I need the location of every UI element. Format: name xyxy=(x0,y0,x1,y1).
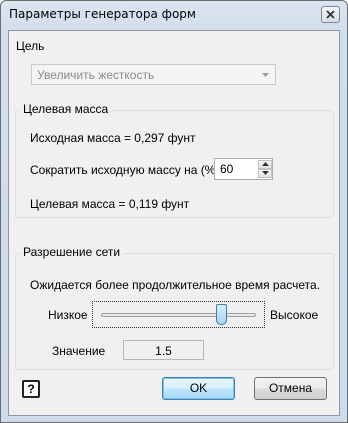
value-label: Значение xyxy=(52,344,106,358)
help-button[interactable]: ? xyxy=(22,380,40,398)
goal-label: Цель xyxy=(16,39,45,53)
target-mass-group-title: Целевая масса xyxy=(20,102,112,116)
reduce-mass-label: Сократить исходную массу на (%) xyxy=(30,163,220,177)
slider-high-label: Высокое xyxy=(270,308,319,322)
help-icon: ? xyxy=(27,382,35,396)
value-readout-text: 1.5 xyxy=(155,344,172,358)
value-readout: 1.5 xyxy=(123,340,204,360)
goal-dropdown-value: Увеличить жесткость xyxy=(37,68,155,82)
target-mass-text: Целевая масса = 0,119 фунт xyxy=(30,197,190,211)
slider-low-label: Низкое xyxy=(48,308,88,322)
cancel-button[interactable]: Отмена xyxy=(254,377,327,400)
slider-thumb[interactable] xyxy=(216,304,227,325)
arrow-down-icon xyxy=(262,171,269,175)
stepper-up-button[interactable] xyxy=(258,160,272,169)
window-title: Параметры генератора форм xyxy=(9,7,196,21)
mesh-note-text: Ожидается более продолжительное время ра… xyxy=(30,278,321,292)
slider-track[interactable] xyxy=(101,313,256,317)
mesh-resolution-slider[interactable] xyxy=(92,301,265,328)
close-button[interactable] xyxy=(321,6,340,23)
ok-button[interactable]: OK xyxy=(162,377,235,400)
reduce-percent-value[interactable]: 60 xyxy=(220,162,233,176)
arrow-up-icon xyxy=(262,162,269,166)
close-icon xyxy=(326,10,335,19)
dialog-body: Цель Увеличить жесткость Целевая масса И… xyxy=(8,30,340,416)
reduce-percent-stepper[interactable]: 60 xyxy=(214,158,273,180)
original-mass-text: Исходная масса = 0,297 фунт xyxy=(30,131,196,145)
goal-dropdown[interactable]: Увеличить жесткость xyxy=(31,64,276,85)
chevron-down-icon xyxy=(262,73,269,77)
mesh-resolution-group-title: Разрешение сети xyxy=(20,245,124,259)
dialog-window: Параметры генератора форм Цель Увеличить… xyxy=(0,0,348,423)
title-bar[interactable]: Параметры генератора форм xyxy=(1,1,347,29)
stepper-down-button[interactable] xyxy=(258,169,272,178)
